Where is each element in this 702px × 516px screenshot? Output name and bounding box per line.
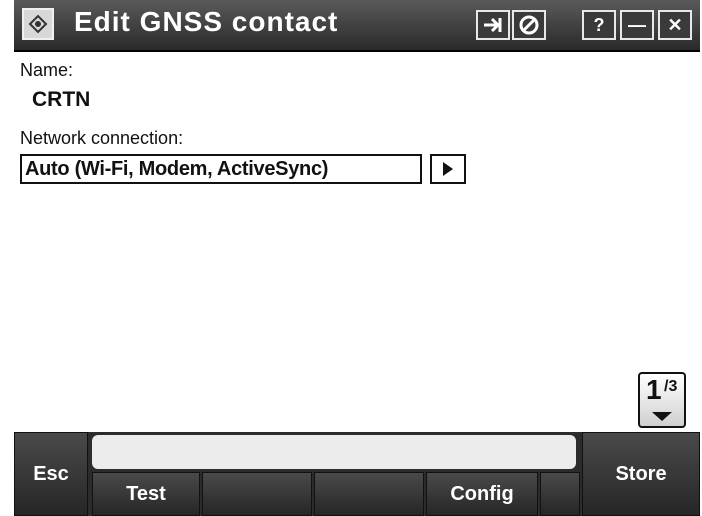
name-label: Name: [20, 60, 74, 80]
forward-button[interactable] [476, 10, 510, 40]
window: Edit GNSS contact ? — ✕ Name: CRTN Netwo… [14, 0, 700, 516]
arrow-right-icon [484, 17, 502, 33]
test-button[interactable]: Test [92, 472, 200, 516]
form-area: Name: CRTN Network connection: Auto (Wi-… [18, 52, 698, 432]
triangle-right-icon [443, 162, 453, 176]
page-down-icon [652, 412, 672, 421]
page-total: /3 [664, 378, 678, 395]
page-current: 1 [646, 374, 662, 405]
title-bar: Edit GNSS contact ? — ✕ [14, 0, 700, 52]
compass-icon [519, 15, 539, 35]
help-button[interactable]: ? [582, 10, 616, 40]
softkey-empty-5[interactable] [540, 472, 580, 516]
softkey-bar: Esc Test Config Store [14, 432, 700, 516]
softkey-empty-3[interactable] [314, 472, 424, 516]
network-connection-select[interactable]: Auto (Wi-Fi, Modem, ActiveSync) [20, 154, 422, 184]
window-title: Edit GNSS contact [74, 6, 339, 37]
softkey-empty-2[interactable] [202, 472, 312, 516]
esc-button[interactable]: Esc [14, 432, 88, 516]
gps-status-button[interactable] [512, 10, 546, 40]
close-button[interactable]: ✕ [658, 10, 692, 40]
app-menu-icon[interactable] [22, 8, 54, 40]
name-value[interactable]: CRTN [32, 88, 90, 112]
status-line [92, 435, 576, 469]
app-logo-icon [28, 14, 48, 34]
page-indicator[interactable]: 1 /3 [638, 372, 686, 428]
network-connection-label: Network connection: [20, 128, 184, 148]
network-connection-value: Auto (Wi-Fi, Modem, ActiveSync) [25, 158, 329, 180]
minimize-button[interactable]: — [620, 10, 654, 40]
config-button[interactable]: Config [426, 472, 538, 516]
store-button[interactable]: Store [582, 432, 700, 516]
network-connection-dropdown-button[interactable] [430, 154, 466, 184]
